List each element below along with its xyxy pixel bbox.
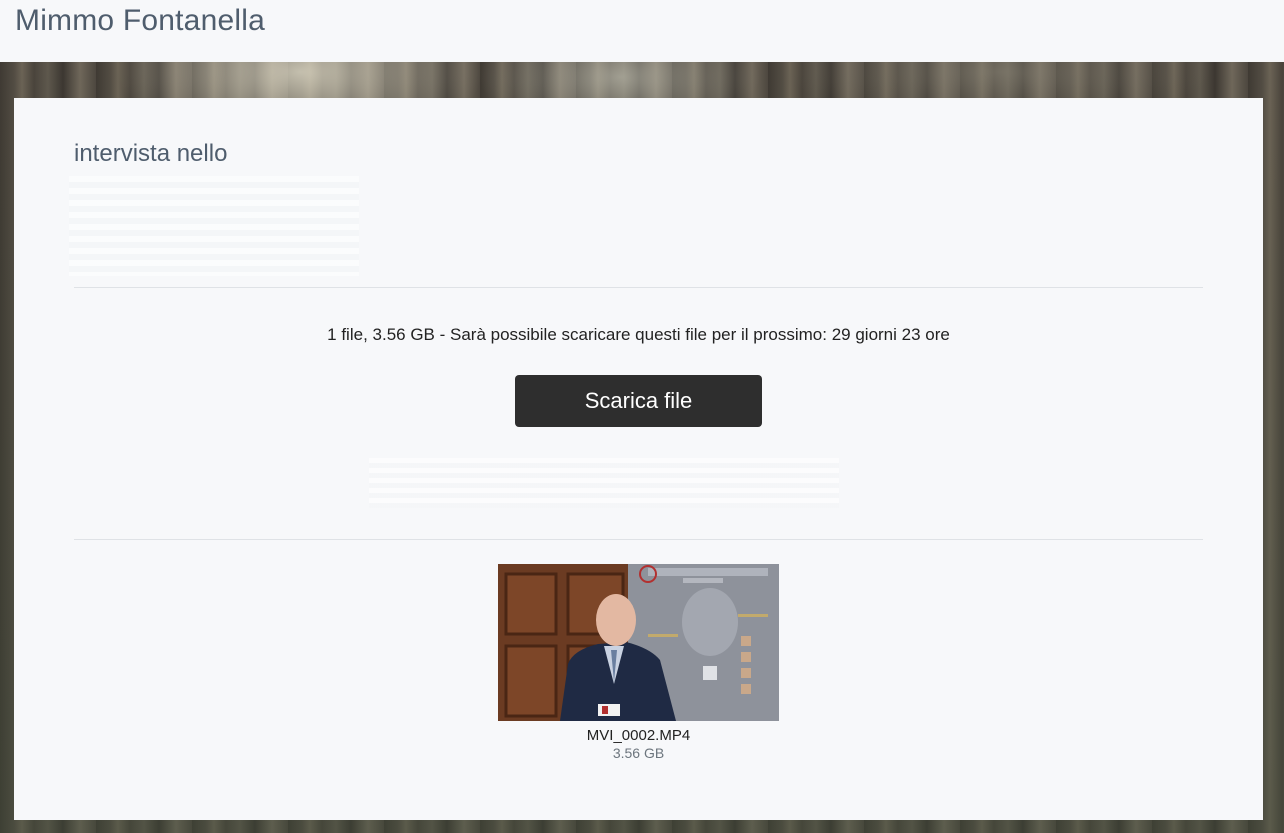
faded-caption-area [369,458,839,508]
file-name: MVI_0002.MP4 [586,727,691,744]
file-item[interactable]: MVI_0002.MP4 3.56 GB [498,564,779,762]
file-size: 3.56 GB [612,745,665,761]
divider-top [74,287,1203,288]
top-bar: Mimmo Fontanella [0,0,1284,62]
divider-bottom [74,539,1203,540]
transfer-info: 1 file, 3.56 GB - Sarà possibile scarica… [327,325,950,344]
download-button[interactable]: Scarica file [515,375,762,427]
faded-message-area [69,176,359,276]
video-thumbnail-icon[interactable] [498,564,779,721]
site-title[interactable]: Mimmo Fontanella [15,2,265,40]
transfer-card: intervista nello 1 file, 3.56 GB - Sarà … [14,98,1263,820]
transfer-heading: intervista nello [74,140,228,167]
